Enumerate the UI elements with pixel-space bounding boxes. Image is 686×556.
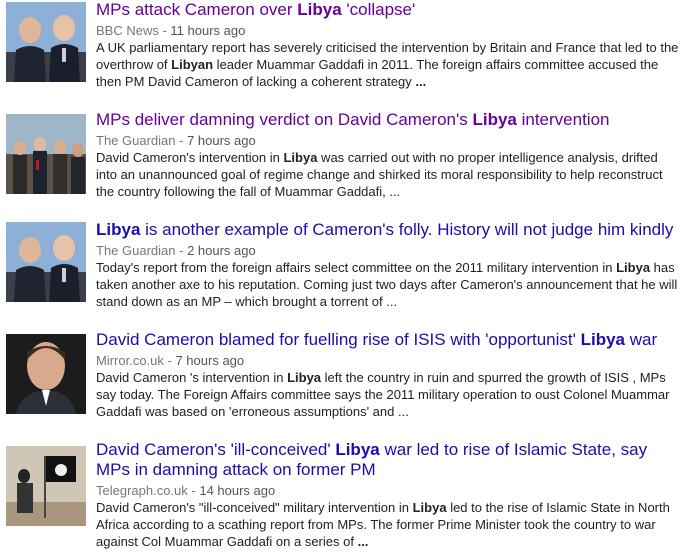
result-snippet: Today's report from the foreign affairs … (96, 260, 678, 309)
result-thumbnail-1[interactable] (6, 2, 86, 82)
result-title-link[interactable]: Libya is another example of Cameron's fo… (96, 220, 682, 240)
result-thumbnail-3[interactable] (6, 222, 86, 302)
snippet-ellipsis: ... (415, 74, 427, 89)
result-age: 11 hours ago (170, 23, 246, 38)
result-source: Telegraph.co.uk (96, 483, 188, 498)
result-snippet: David Cameron's "ill-conceived" military… (96, 500, 670, 549)
photo-thumbnail-icon (6, 222, 86, 302)
result-age: 14 hours ago (199, 483, 276, 498)
result-source: The Guardian (96, 133, 176, 148)
result-meta: BBC News - 11 hours ago (96, 23, 246, 38)
result-thumbnail-5[interactable] (6, 446, 86, 526)
result-age: 7 hours ago (175, 353, 245, 368)
result-title-link[interactable]: David Cameron's 'ill-conceived' Libya wa… (96, 440, 682, 480)
result-age: 2 hours ago (187, 243, 256, 258)
photo-thumbnail-icon (6, 334, 86, 414)
photo-thumbnail-icon (6, 2, 86, 82)
result-snippet: David Cameron's intervention in Libya wa… (96, 150, 663, 199)
result-meta: The Guardian - 2 hours ago (96, 243, 256, 258)
result-title-link[interactable]: David Cameron blamed for fuelling rise o… (96, 330, 682, 350)
result-thumbnail-4[interactable] (6, 334, 86, 414)
result-meta: Telegraph.co.uk - 14 hours ago (96, 483, 276, 498)
photo-thumbnail-icon (6, 446, 86, 526)
photo-thumbnail-icon (6, 114, 86, 194)
result-meta: The Guardian - 7 hours ago (96, 133, 256, 148)
result-age: 7 hours ago (187, 133, 256, 148)
result-source: The Guardian (96, 243, 176, 258)
result-meta: Mirror.co.uk - 7 hours ago (96, 353, 245, 368)
result-source: Mirror.co.uk (96, 353, 164, 368)
result-title-link[interactable]: MPs attack Cameron over Libya 'collapse' (96, 0, 682, 20)
result-snippet: David Cameron 's intervention in Libya l… (96, 370, 670, 419)
result-title-link[interactable]: MPs deliver damning verdict on David Cam… (96, 110, 682, 130)
result-source: BBC News (96, 23, 159, 38)
result-snippet: A UK parliamentary report has severely c… (96, 40, 679, 89)
result-thumbnail-2[interactable] (6, 114, 86, 194)
snippet-ellipsis: ... (357, 534, 369, 549)
